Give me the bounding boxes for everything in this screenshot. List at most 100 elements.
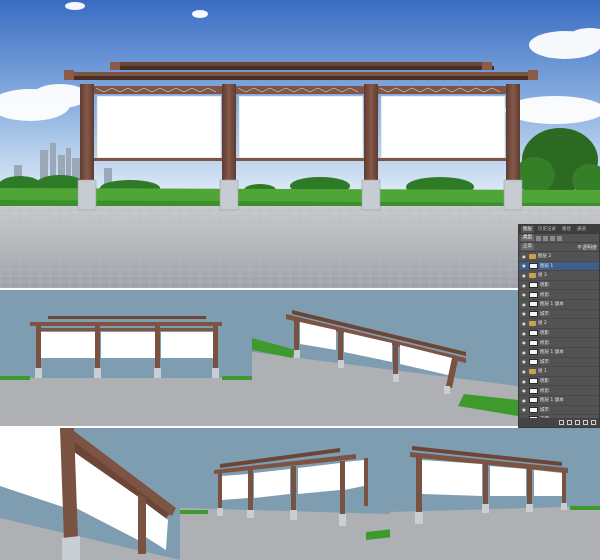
- folder-icon: [529, 368, 536, 374]
- layer-thumbnail: [529, 301, 538, 308]
- opacity-label: 不透明度: [576, 244, 597, 251]
- eye-icon[interactable]: ●: [521, 321, 527, 326]
- layer-thumbnail: [529, 330, 538, 337]
- layer-row[interactable]: ● 阴影: [519, 377, 599, 387]
- layer-name: 阴影: [540, 379, 549, 385]
- display-board: [238, 95, 364, 159]
- layer-thumbnail: [529, 387, 538, 394]
- eye-icon[interactable]: ●: [521, 407, 527, 412]
- layer-thumbnail: [529, 339, 538, 346]
- eye-icon[interactable]: ●: [521, 254, 527, 259]
- tab-layers[interactable]: 图层: [521, 226, 534, 233]
- layer-row[interactable]: ● 图层 1 副本: [519, 300, 599, 310]
- mask-icon[interactable]: [575, 420, 580, 425]
- front-view-render: [0, 290, 252, 426]
- layer-thumbnail: [529, 358, 538, 365]
- layer-name: 组 2: [538, 321, 547, 327]
- tab-channels[interactable]: 通道: [575, 226, 588, 233]
- hero-scene: [0, 0, 600, 288]
- layer-row[interactable]: ● 图层 2: [519, 252, 599, 262]
- layer-thumbnail: [529, 291, 538, 298]
- layer-name: 图层 2: [538, 254, 552, 260]
- eye-icon[interactable]: ●: [521, 292, 527, 297]
- panel-tabs: 图层 历史记录 路径 通道: [519, 225, 599, 234]
- eye-icon[interactable]: ●: [521, 388, 527, 393]
- eye-icon[interactable]: ●: [521, 340, 527, 345]
- blend-mode-select[interactable]: 正常: [521, 244, 534, 250]
- filter-adjust-icon[interactable]: [543, 235, 548, 241]
- layer-name: 阴影: [540, 331, 549, 337]
- layer-name: 阴影: [540, 283, 549, 289]
- layer-name: 修剪: [540, 340, 549, 346]
- layer-thumbnail: [529, 282, 538, 289]
- filter-pixel-icon[interactable]: [536, 235, 541, 241]
- eye-icon[interactable]: ●: [521, 331, 527, 336]
- folder-icon: [529, 253, 536, 259]
- folder-icon: [529, 272, 536, 278]
- blend-row: 正常 不透明度: [519, 243, 599, 252]
- layers-panel[interactable]: 图层 历史记录 路径 通道 类型 正常 不透明度 ● 图层 2 ● 图层 1 ● 组 3 ●…: [518, 224, 600, 428]
- kind-filter-select[interactable]: 类型: [521, 235, 534, 241]
- filter-shape-icon[interactable]: [557, 235, 562, 241]
- layer-thumbnail: [529, 378, 538, 385]
- eye-icon[interactable]: ●: [521, 379, 527, 384]
- angled-front-render: [180, 428, 390, 560]
- tab-paths[interactable]: 路径: [560, 226, 573, 233]
- eye-icon[interactable]: ●: [521, 369, 527, 374]
- angled-side-render: [390, 428, 600, 560]
- eye-icon[interactable]: ●: [521, 263, 527, 268]
- tab-history[interactable]: 历史记录: [536, 226, 558, 233]
- front-view-scene: [0, 290, 252, 426]
- eye-icon[interactable]: ●: [521, 273, 527, 278]
- trash-icon[interactable]: [591, 420, 596, 425]
- perspective-view-scene: [252, 290, 518, 426]
- eye-icon[interactable]: ●: [521, 311, 527, 316]
- layer-name: 城市: [540, 311, 549, 317]
- layer-thumbnail: [529, 406, 538, 413]
- layer-row[interactable]: ● 阴影: [519, 329, 599, 339]
- layer-thumbnail: [529, 310, 538, 317]
- layer-list: ● 图层 2 ● 图层 1 ● 组 3 ● 阴影 ● 修剪 ● 图层 1 副本 ● 城市 ● 组 2 ● 阴影 ● 修…: [519, 252, 599, 425]
- layer-name: 组 1: [538, 369, 547, 375]
- eye-icon[interactable]: ●: [521, 302, 527, 307]
- layer-row[interactable]: ● 阴影: [519, 281, 599, 291]
- layer-name: 图层 1 副本: [540, 302, 564, 308]
- hero-rendering: [0, 0, 600, 288]
- layer-row[interactable]: ● 修剪: [519, 338, 599, 348]
- filter-type-icon[interactable]: [550, 235, 555, 241]
- layer-row[interactable]: ● 组 1: [519, 367, 599, 377]
- layer-row[interactable]: ● 图层 1 副本: [519, 348, 599, 358]
- closeup-scene: [0, 428, 180, 560]
- layer-name: 修剪: [540, 292, 549, 298]
- new-layer-icon[interactable]: [583, 420, 588, 425]
- layer-row[interactable]: ● 图层 1 副本: [519, 396, 599, 406]
- display-board: [96, 95, 222, 159]
- layer-row[interactable]: ● 城市: [519, 406, 599, 416]
- layer-row[interactable]: ● 组 3: [519, 271, 599, 281]
- layer-name: 城市: [540, 407, 549, 413]
- folder-icon: [529, 320, 536, 326]
- layer-row[interactable]: ● 修剪: [519, 290, 599, 300]
- layer-name: 城市: [540, 359, 549, 365]
- layer-row[interactable]: ● 修剪: [519, 386, 599, 396]
- eye-icon[interactable]: ●: [521, 398, 527, 403]
- layer-row[interactable]: ● 城市: [519, 358, 599, 368]
- layer-row[interactable]: ● 组 2: [519, 319, 599, 329]
- perspective-view-render: [252, 290, 518, 426]
- display-board: [380, 95, 506, 159]
- angled-front-scene: [180, 428, 390, 560]
- fx-icon[interactable]: [567, 420, 572, 425]
- eye-icon[interactable]: ●: [521, 283, 527, 288]
- layer-thumbnail: [529, 262, 538, 269]
- link-icon[interactable]: [559, 420, 564, 425]
- eye-icon[interactable]: ●: [521, 350, 527, 355]
- closeup-render: [0, 428, 180, 560]
- layer-thumbnail: [529, 397, 538, 404]
- layer-name: 修剪: [540, 388, 549, 394]
- layer-thumbnail: [529, 349, 538, 356]
- angled-side-scene: [390, 428, 600, 560]
- eye-icon[interactable]: ●: [521, 359, 527, 364]
- layer-row[interactable]: ● 图层 1: [519, 261, 599, 272]
- filter-row: 类型: [519, 234, 599, 243]
- layer-row[interactable]: ● 城市: [519, 310, 599, 320]
